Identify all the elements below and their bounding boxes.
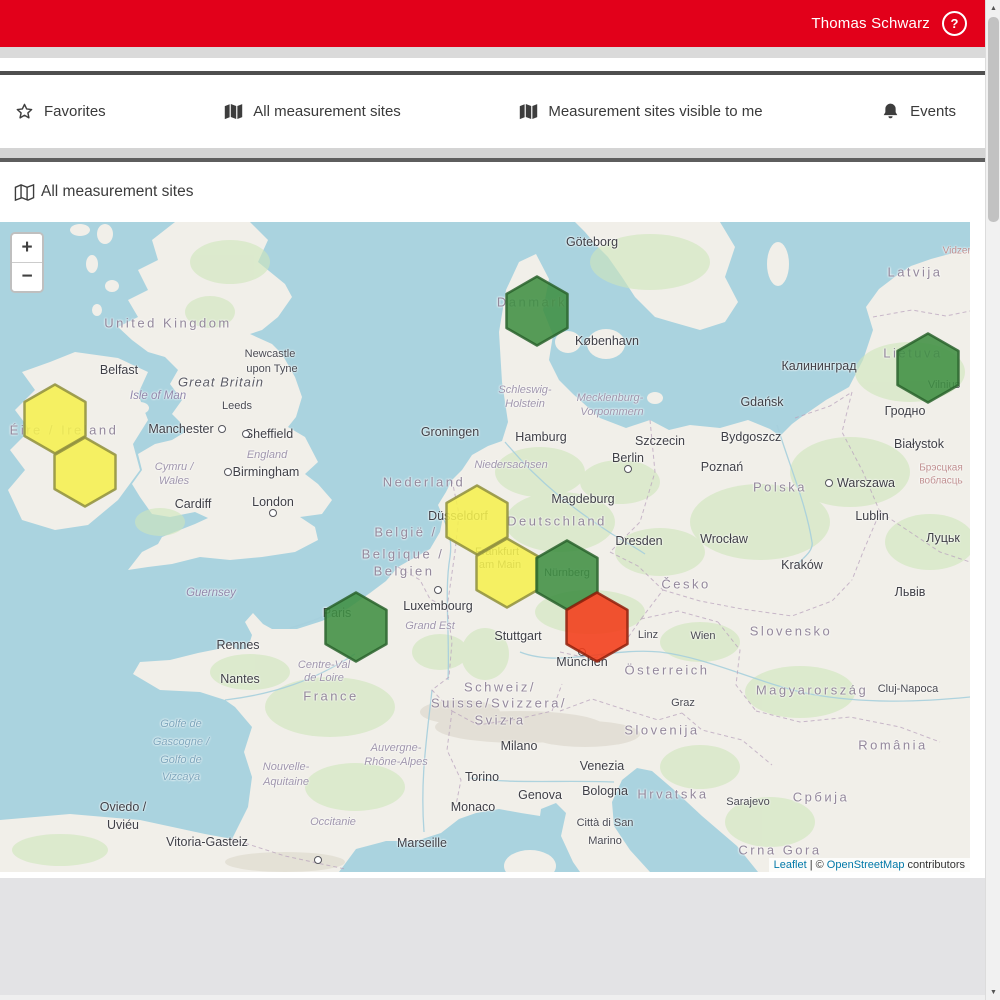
- site-hexagon-lithuania[interactable]: [896, 332, 960, 404]
- bottom-strip: [0, 995, 985, 1000]
- city-dot: [434, 586, 442, 594]
- openstreetmap-link[interactable]: OpenStreetMap: [827, 859, 905, 871]
- tab-label: Events: [910, 103, 956, 120]
- page-background: [0, 878, 985, 995]
- map-outline-icon: [14, 183, 35, 202]
- bell-icon: [881, 102, 900, 121]
- user-name[interactable]: Thomas Schwarz: [811, 15, 930, 32]
- site-hexagon-denmark[interactable]: [505, 275, 569, 347]
- tab-measurement-sites-visible-to-me[interactable]: Measurement sites visible to me: [519, 102, 762, 121]
- section-title-row: All measurement sites: [0, 162, 985, 222]
- zoom-out-button[interactable]: −: [12, 263, 42, 291]
- city-dot: [224, 468, 232, 476]
- tab-label: All measurement sites: [253, 103, 401, 120]
- map-icon: [224, 102, 243, 121]
- scroll-up-arrow-icon[interactable]: ▲: [986, 0, 1000, 16]
- zoom-in-button[interactable]: +: [12, 234, 42, 263]
- tab-bar: Favorites All measurement sites Measuremen…: [0, 75, 985, 148]
- city-dot: [825, 479, 833, 487]
- tab-label: Measurement sites visible to me: [548, 103, 762, 120]
- city-dot: [314, 856, 322, 864]
- city-dot: [269, 509, 277, 517]
- tab-label: Favorites: [44, 103, 106, 120]
- separator-band: [0, 148, 985, 158]
- tab-all-measurement-sites[interactable]: All measurement sites: [224, 102, 401, 121]
- leaflet-link[interactable]: Leaflet: [774, 859, 807, 871]
- city-dot: [242, 430, 250, 438]
- map-icon: [519, 102, 538, 121]
- tab-favorites[interactable]: Favorites: [15, 102, 106, 121]
- star-icon: [15, 102, 34, 121]
- scroll-down-arrow-icon[interactable]: ▼: [986, 984, 1000, 1000]
- page: { "header": { "user": "Thomas Schwarz", …: [0, 0, 1000, 1000]
- page-title: All measurement sites: [41, 183, 193, 201]
- separator-band: [0, 47, 985, 58]
- site-hexagon-paris[interactable]: [324, 591, 388, 663]
- city-dot: [624, 465, 632, 473]
- city-dot: [218, 425, 226, 433]
- zoom-control: + −: [10, 232, 44, 293]
- site-hexagon-muenchen[interactable]: [565, 591, 629, 663]
- site-hexagon-frankfurt[interactable]: [475, 537, 539, 609]
- app-header: Thomas Schwarz ?: [0, 0, 985, 47]
- tab-events[interactable]: Events: [881, 102, 956, 121]
- attribution-separator: |: [810, 859, 813, 871]
- site-hexagon-ireland-south[interactable]: [53, 436, 117, 508]
- help-icon[interactable]: ?: [942, 11, 967, 36]
- leaflet-map[interactable]: United KingdomBelfastNewcastleupon TyneG…: [0, 222, 970, 872]
- copyright-symbol: ©: [816, 859, 824, 871]
- attribution-suffix: contributors: [908, 859, 965, 871]
- scrollbar-thumb[interactable]: [988, 17, 999, 222]
- map-attribution: Leaflet | © OpenStreetMap contributors: [769, 858, 970, 872]
- scrollbar[interactable]: ▲ ▼: [985, 0, 1000, 1000]
